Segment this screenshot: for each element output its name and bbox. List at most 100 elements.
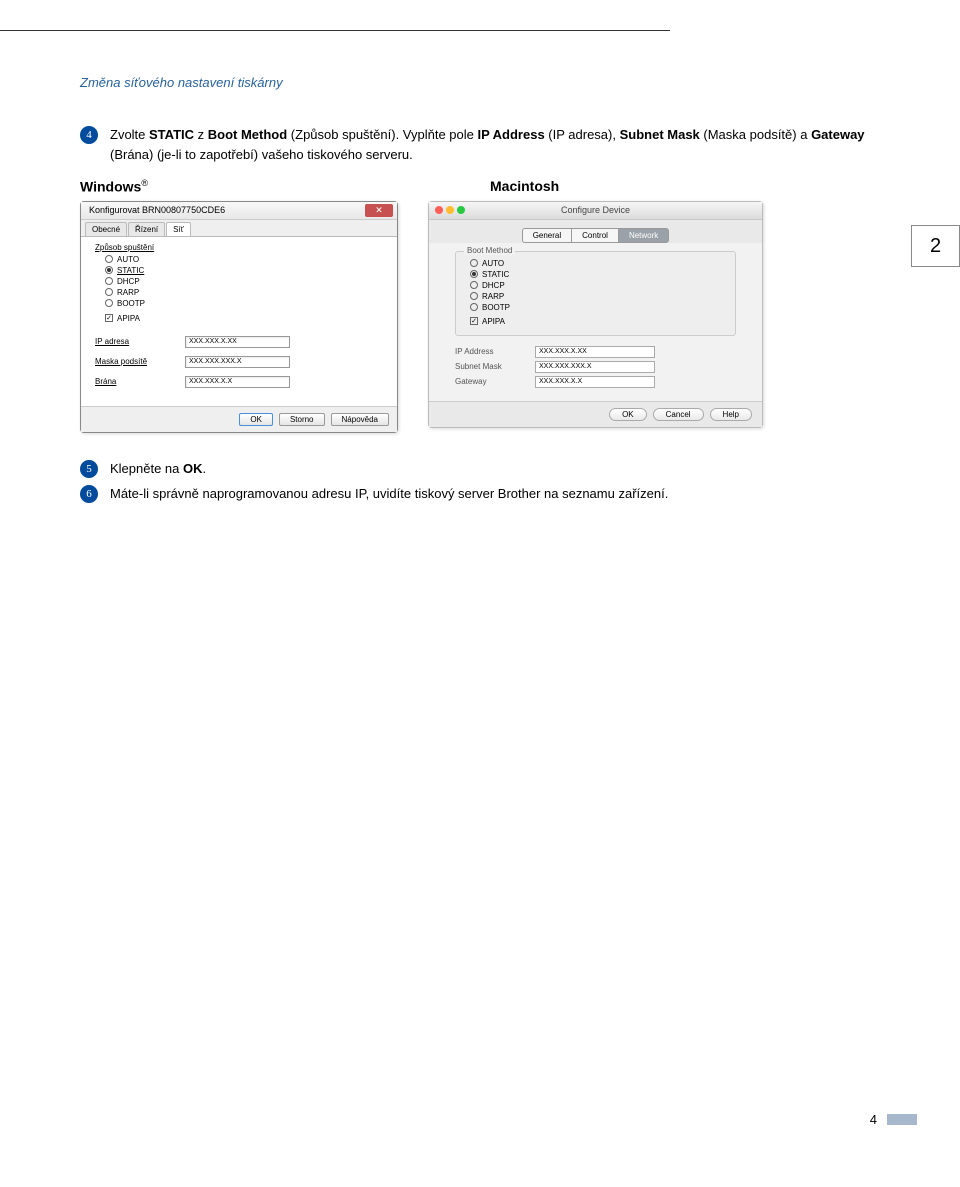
ip-label: IP adresa: [95, 337, 185, 346]
radio-icon: [105, 277, 113, 285]
boot-method-group: Boot Method AUTO STATIC DHCP RARP BOOTP …: [455, 251, 736, 336]
windows-dialog: Konfigurovat BRN00807750CDE6 ✕ Obecné Ří…: [80, 201, 398, 433]
field-ip: IP adresa XXX.XXX.X.XX: [95, 336, 383, 348]
radio-icon: [470, 292, 478, 300]
mask-label: Subnet Mask: [455, 362, 535, 371]
windows-titlebar: Konfigurovat BRN00807750CDE6 ✕: [81, 202, 397, 220]
gateway-input[interactable]: XXX.XXX.X.X: [535, 376, 655, 388]
t: Boot Method: [208, 127, 287, 142]
step-number: 4: [80, 126, 98, 144]
radio-label: RARP: [117, 288, 139, 297]
step-6: 6 Máte-li správně naprogramovanou adresu…: [80, 484, 880, 504]
radio-label: BOOTP: [117, 299, 145, 308]
mac-screenshot: Configure Device General Control Network…: [428, 201, 763, 433]
mac-title-text: Configure Device: [429, 205, 762, 215]
check-apipa[interactable]: ✓ APIPA: [95, 313, 383, 324]
radio-label: DHCP: [117, 277, 140, 286]
close-icon[interactable]: ✕: [365, 204, 393, 217]
t: (Maska podsítě) a: [700, 127, 811, 142]
radio-label: RARP: [482, 292, 504, 301]
step-5: 5 Klepněte na OK.: [80, 459, 880, 479]
page-tab-decoration: [887, 1114, 917, 1125]
mask-input[interactable]: XXX.XXX.XXX.X: [185, 356, 290, 368]
t: Klepněte na: [110, 461, 183, 476]
screenshots-row: Konfigurovat BRN00807750CDE6 ✕ Obecné Ří…: [80, 201, 880, 433]
registered-mark: ®: [141, 178, 148, 188]
radio-static[interactable]: STATIC: [466, 269, 725, 280]
windows-buttons: OK Storno Nápověda: [81, 406, 397, 432]
tab-general[interactable]: General: [522, 228, 571, 243]
section-header: Změna síťového nastavení tiskárny: [80, 75, 283, 90]
field-mask: Maska podsítě XXX.XXX.XXX.X: [95, 356, 383, 368]
gateway-input[interactable]: XXX.XXX.X.X: [185, 376, 290, 388]
step-6-text: Máte-li správně naprogramovanou adresu I…: [110, 484, 668, 504]
radio-static[interactable]: STATIC: [95, 265, 383, 276]
macintosh-label: Macintosh: [480, 178, 880, 195]
mac-body: Boot Method AUTO STATIC DHCP RARP BOOTP …: [429, 243, 762, 401]
chapter-tab: 2: [911, 225, 960, 267]
radio-icon: [105, 299, 113, 307]
tab-sit[interactable]: Síť: [166, 222, 191, 236]
ip-input[interactable]: XXX.XXX.X.XX: [185, 336, 290, 348]
content-area: 4 Zvolte STATIC z Boot Method (Způsob sp…: [80, 125, 880, 510]
t: IP Address: [477, 127, 544, 142]
mac-dialog: Configure Device General Control Network…: [428, 201, 763, 428]
windows-text: Windows: [80, 179, 141, 195]
radio-bootp[interactable]: BOOTP: [466, 302, 725, 313]
cancel-button[interactable]: Cancel: [653, 408, 704, 421]
ok-button[interactable]: OK: [239, 413, 273, 426]
os-labels-row: Windows® Macintosh: [80, 178, 880, 195]
mac-fields: IP Address XXX.XXX.X.XX Subnet Mask XXX.…: [455, 346, 736, 388]
radio-auto[interactable]: AUTO: [466, 258, 725, 269]
step-5-text: Klepněte na OK.: [110, 459, 206, 479]
tab-control[interactable]: Control: [571, 228, 618, 243]
tab-rizeni[interactable]: Řízení: [128, 222, 165, 236]
mask-input[interactable]: XXX.XXX.XXX.X: [535, 361, 655, 373]
tab-obecne[interactable]: Obecné: [85, 222, 127, 236]
windows-label: Windows®: [80, 178, 480, 195]
boot-method-label: Způsob spuštění: [95, 243, 383, 252]
radio-rarp[interactable]: RARP: [95, 287, 383, 298]
radio-label: STATIC: [482, 270, 509, 279]
help-button[interactable]: Nápověda: [331, 413, 389, 426]
ip-input[interactable]: XXX.XXX.X.XX: [535, 346, 655, 358]
gateway-label: Brána: [95, 377, 185, 386]
step-number: 6: [80, 485, 98, 503]
radio-label: BOOTP: [482, 303, 510, 312]
radio-icon: [470, 259, 478, 267]
t: Gateway: [811, 127, 864, 142]
check-apipa[interactable]: ✓ APIPA: [466, 316, 725, 327]
checkbox-label: APIPA: [482, 317, 505, 326]
ip-label: IP Address: [455, 347, 535, 356]
mac-titlebar: Configure Device: [429, 202, 762, 220]
field-gateway: Gateway XXX.XXX.X.X: [455, 376, 736, 388]
t: Zvolte: [110, 127, 149, 142]
radio-icon: [105, 266, 113, 274]
ok-button[interactable]: OK: [609, 408, 647, 421]
field-mask: Subnet Mask XXX.XXX.XXX.X: [455, 361, 736, 373]
tab-network[interactable]: Network: [618, 228, 669, 243]
macintosh-text: Macintosh: [490, 178, 559, 194]
radio-label: STATIC: [117, 266, 144, 275]
help-button[interactable]: Help: [710, 408, 752, 421]
t: (Brána) (je-li to zapotřebí) vašeho tisk…: [110, 147, 413, 162]
t: STATIC: [149, 127, 194, 142]
radio-dhcp[interactable]: DHCP: [95, 276, 383, 287]
radio-dhcp[interactable]: DHCP: [466, 280, 725, 291]
radio-icon: [470, 270, 478, 278]
mac-tabs: General Control Network: [429, 228, 762, 243]
checkbox-icon: ✓: [105, 314, 113, 322]
radio-bootp[interactable]: BOOTP: [95, 298, 383, 309]
step-4-text: Zvolte STATIC z Boot Method (Způsob spuš…: [110, 125, 880, 164]
step-4: 4 Zvolte STATIC z Boot Method (Způsob sp…: [80, 125, 880, 164]
radio-rarp[interactable]: RARP: [466, 291, 725, 302]
checkbox-icon: ✓: [470, 317, 478, 325]
windows-body: Způsob spuštění AUTO STATIC DHCP RARP BO…: [81, 237, 397, 406]
t: z: [194, 127, 208, 142]
checkbox-label: APIPA: [117, 314, 140, 323]
radio-label: AUTO: [482, 259, 504, 268]
cancel-button[interactable]: Storno: [279, 413, 325, 426]
gateway-label: Gateway: [455, 377, 535, 386]
radio-auto[interactable]: AUTO: [95, 254, 383, 265]
field-gateway: Brána XXX.XXX.X.X: [95, 376, 383, 388]
